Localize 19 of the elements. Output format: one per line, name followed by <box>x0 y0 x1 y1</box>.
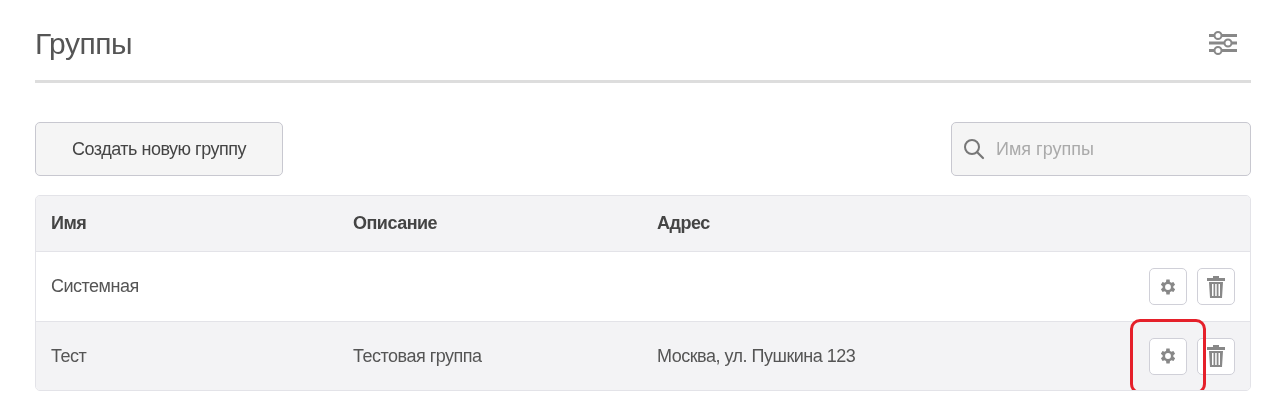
table-row[interactable]: Тест Тестовая группа Москва, ул. Пушкина 123 <box>36 321 1250 390</box>
gear-icon <box>1158 346 1178 366</box>
page-title: Группы <box>35 25 132 62</box>
column-header: Имя <box>51 212 87 235</box>
trash-icon <box>1207 345 1225 367</box>
trash-icon <box>1207 275 1225 298</box>
table-cell-text: Тест <box>51 344 87 368</box>
search-icon <box>963 138 985 160</box>
filter-settings-icon[interactable] <box>1209 31 1237 55</box>
table-cell-text: Тестовая группа <box>353 344 482 368</box>
settings-button[interactable] <box>1149 337 1187 375</box>
column-header: Адрес <box>657 212 710 235</box>
table-cell-text: Системная <box>51 275 139 298</box>
table-cell-text: Москва, ул. Пушкина 123 <box>657 344 856 368</box>
search-field[interactable]: Имя группы <box>951 122 1251 176</box>
create-group-button[interactable]: Создать новую группу <box>35 122 283 176</box>
column-header: Описание <box>353 212 438 235</box>
delete-button[interactable] <box>1197 268 1235 305</box>
settings-button[interactable] <box>1149 268 1187 305</box>
